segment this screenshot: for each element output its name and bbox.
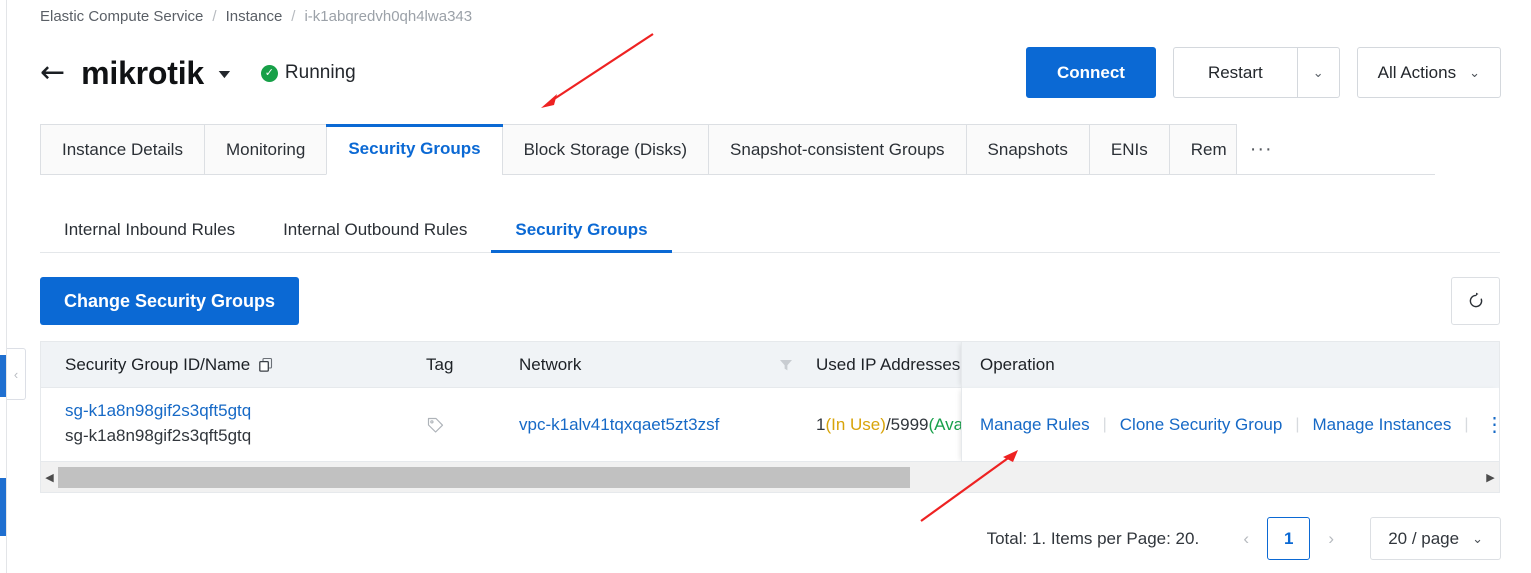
tab-monitoring[interactable]: Monitoring xyxy=(203,124,327,175)
table-body: sg-k1a8n98gif2s3qft5gtq sg-k1a8n98gif2s3… xyxy=(41,388,1499,462)
breadcrumb-item-instance-id: i-k1abqredvh0qh4lwa343 xyxy=(304,8,473,25)
restart-dropdown-caret-icon[interactable]: ⌄ xyxy=(1296,47,1340,98)
subtab-security-groups[interactable]: Security Groups xyxy=(491,220,672,253)
cell-security-group-id-name: sg-k1a8n98gif2s3qft5gtq sg-k1a8n98gif2s3… xyxy=(65,401,251,446)
scrollbar-thumb[interactable] xyxy=(58,466,910,488)
all-actions-button[interactable]: All Actions ⌄ xyxy=(1356,47,1501,98)
pagination-prev-button[interactable]: ‹ xyxy=(1229,517,1263,560)
pagination: Total: 1. Items per Page: 20. ‹ 1 › 20 /… xyxy=(987,517,1501,560)
column-header-used-ip-addresses: Used IP Addresses xyxy=(816,355,961,374)
header-actions: Connect Restart ⌄ All Actions ⌄ xyxy=(1025,47,1501,98)
left-rail-marker-bottom xyxy=(0,478,6,536)
connect-button[interactable]: Connect xyxy=(1025,47,1156,98)
column-header-operation: Operation xyxy=(961,342,1499,388)
cell-operation: Manage Rules | Clone Security Group | Ma… xyxy=(961,388,1499,462)
annotation-arrow-to-security-groups-tab xyxy=(541,33,654,108)
page-size-label: 20 / page xyxy=(1388,528,1460,548)
refresh-button[interactable] xyxy=(1451,277,1500,325)
used-ip-count: 1 xyxy=(816,415,826,434)
used-ip-in-use-label: (In Use) xyxy=(825,415,886,434)
left-rail-marker-top xyxy=(0,355,6,397)
tag-icon xyxy=(427,417,444,433)
cell-tag[interactable] xyxy=(426,388,445,462)
breadcrumb-item-service[interactable]: Elastic Compute Service xyxy=(40,8,203,25)
subtab-internal-inbound-rules[interactable]: Internal Inbound Rules xyxy=(40,220,259,253)
chevron-left-icon: ‹ xyxy=(13,366,19,382)
table-header-row: Security Group ID/Name Tag Network Used … xyxy=(41,342,1499,388)
cell-used-ip-addresses: 1(In Use)/5999(Available) xyxy=(816,388,963,462)
security-groups-table: Security Group ID/Name Tag Network Used … xyxy=(40,341,1500,493)
tab-remote-truncated[interactable]: Rem xyxy=(1168,124,1237,175)
used-ip-available-label: (Available) xyxy=(928,415,963,434)
breadcrumb: Elastic Compute Service / Instance / i-k… xyxy=(40,8,472,25)
main-tab-bar: Instance Details Monitoring Security Gro… xyxy=(40,124,1500,175)
table-horizontal-scrollbar[interactable]: ◀ ▶ xyxy=(41,461,1499,492)
network-link[interactable]: vpc-k1alv41tqxqaet5zt3zsf xyxy=(519,415,719,435)
more-vertical-icon[interactable]: ⋮ xyxy=(1485,415,1499,435)
tab-instance-details[interactable]: Instance Details xyxy=(40,124,204,175)
cell-network: vpc-k1alv41tqxqaet5zt3zsf xyxy=(519,388,719,462)
tab-block-storage[interactable]: Block Storage (Disks) xyxy=(501,124,709,175)
pagination-total-text: Total: 1. Items per Page: 20. xyxy=(986,528,1200,548)
sidebar-collapse-handle[interactable]: ‹ xyxy=(7,348,26,400)
operation-divider: | xyxy=(1102,416,1107,433)
used-ip-total: /5999 xyxy=(885,415,929,434)
page-title: mikrotik xyxy=(81,54,205,91)
refresh-icon xyxy=(1469,292,1482,308)
chevron-down-icon: ⌄ xyxy=(1472,530,1483,546)
check-circle-icon: ✓ xyxy=(260,64,278,82)
page-title-row: ← mikrotik ▼ ✓ Running xyxy=(40,47,356,99)
operation-divider: | xyxy=(1464,416,1469,433)
sub-tab-bar: Internal Inbound Rules Internal Outbound… xyxy=(40,203,1500,253)
tab-overflow-icon[interactable]: ··· xyxy=(1236,124,1286,175)
table-toolbar: Change Security Groups xyxy=(40,277,1500,325)
column-header-network: Network xyxy=(519,355,582,374)
subtab-internal-outbound-rules[interactable]: Internal Outbound Rules xyxy=(259,220,491,253)
breadcrumb-separator: / xyxy=(291,8,296,25)
column-header-tag: Tag xyxy=(426,355,454,374)
operation-divider: | xyxy=(1295,416,1300,433)
status-badge: ✓ Running xyxy=(260,62,356,84)
pagination-next-button[interactable]: › xyxy=(1314,517,1348,560)
tab-snapshots[interactable]: Snapshots xyxy=(965,124,1089,175)
scrollbar-track[interactable] xyxy=(58,462,1482,493)
manage-instances-link[interactable]: Manage Instances xyxy=(1312,415,1451,435)
tab-snapshot-consistent-groups[interactable]: Snapshot-consistent Groups xyxy=(708,124,966,175)
column-header-security-group-id-name: Security Group ID/Name xyxy=(65,342,274,388)
status-label: Running xyxy=(284,62,356,83)
all-actions-label: All Actions xyxy=(1377,62,1457,82)
column-header-label: Security Group ID/Name xyxy=(65,355,251,374)
chevron-down-icon: ⌄ xyxy=(1469,64,1480,80)
filter-icon xyxy=(780,360,792,371)
page-root: ‹ Elastic Compute Service / Instance / i… xyxy=(0,0,1531,573)
security-group-id-link[interactable]: sg-k1a8n98gif2s3qft5gtq xyxy=(65,401,251,421)
breadcrumb-item-instance[interactable]: Instance xyxy=(226,8,283,25)
page-size-select[interactable]: 20 / page ⌄ xyxy=(1370,517,1501,560)
tab-enis[interactable]: ENIs xyxy=(1088,124,1169,175)
arrow-left-icon[interactable]: ← xyxy=(40,58,65,88)
copy-icon[interactable] xyxy=(258,357,274,373)
tab-security-groups[interactable]: Security Groups xyxy=(326,124,503,175)
pagination-page-1[interactable]: 1 xyxy=(1267,517,1311,560)
scroll-left-arrow-icon[interactable]: ◀ xyxy=(41,462,58,493)
restart-split-button: Restart ⌄ xyxy=(1172,47,1340,98)
scroll-right-arrow-icon[interactable]: ▶ xyxy=(1482,462,1499,493)
breadcrumb-separator: / xyxy=(212,8,217,25)
instance-switcher-caret-icon[interactable]: ▼ xyxy=(215,66,234,80)
manage-rules-link[interactable]: Manage Rules xyxy=(980,415,1090,435)
clone-security-group-link[interactable]: Clone Security Group xyxy=(1120,415,1283,435)
network-filter-button[interactable] xyxy=(778,342,794,388)
change-security-groups-button[interactable]: Change Security Groups xyxy=(40,277,300,325)
security-group-name: sg-k1a8n98gif2s3qft5gtq xyxy=(65,426,252,445)
restart-button[interactable]: Restart xyxy=(1172,47,1297,98)
